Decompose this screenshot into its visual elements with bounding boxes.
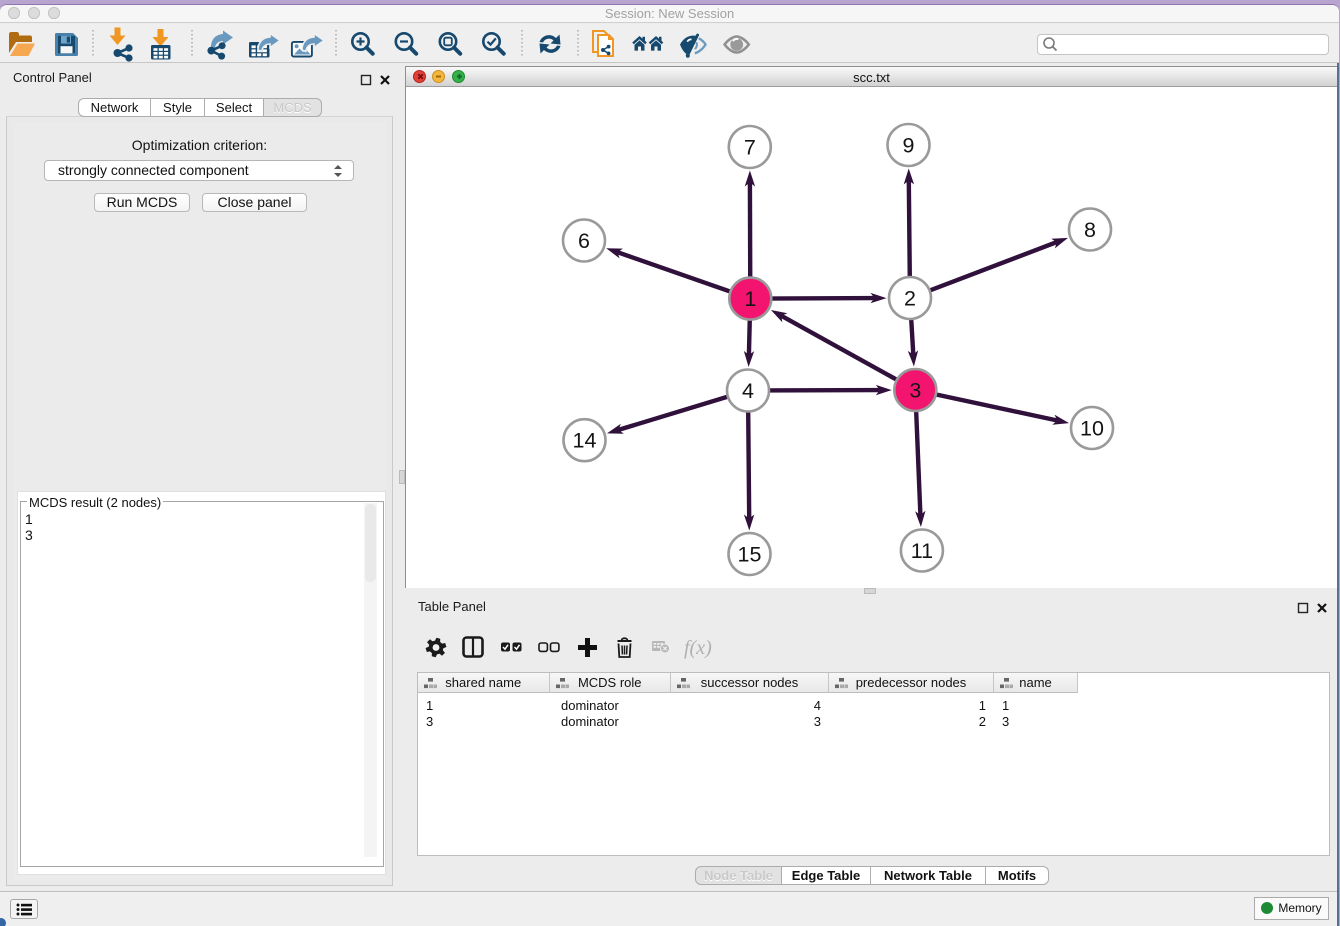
svg-text:8: 8 xyxy=(1084,218,1096,242)
svg-text:2: 2 xyxy=(904,287,916,311)
svg-text:4: 4 xyxy=(742,379,754,403)
svg-text:7: 7 xyxy=(744,136,756,160)
svg-text:6: 6 xyxy=(578,229,590,253)
svg-text:10: 10 xyxy=(1080,417,1104,441)
svg-text:14: 14 xyxy=(573,429,597,453)
svg-text:f(x): f(x) xyxy=(684,637,712,659)
svg-text:11: 11 xyxy=(911,539,933,563)
svg-text:3: 3 xyxy=(909,379,921,403)
svg-text:9: 9 xyxy=(903,134,915,158)
svg-text:1: 1 xyxy=(744,287,756,311)
svg-text:15: 15 xyxy=(738,543,762,567)
